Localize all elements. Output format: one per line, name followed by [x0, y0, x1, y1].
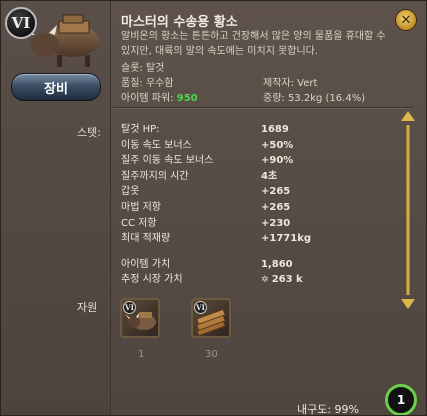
stat-row: 최대 적재량 +1771kg	[121, 231, 311, 247]
stat-value: +230	[261, 217, 291, 229]
stat-label: 마법 저항	[121, 201, 161, 213]
stat-row: 마법 저항 +265	[121, 200, 311, 216]
stats-section-label: 스텟:	[77, 126, 101, 139]
close-icon: ✕	[400, 12, 412, 28]
item-power-value: 950	[176, 93, 198, 104]
scrollbar-track[interactable]	[406, 125, 410, 295]
stat-value: +1771kg	[261, 233, 312, 245]
material-slot[interactable]: VI	[120, 298, 160, 338]
left-panel: VI 장비 스텟: 자원	[1, 1, 111, 415]
item-quality: 품질: 우수함	[121, 78, 174, 89]
market-value-label: 추정 시장 가치	[121, 274, 183, 286]
stat-row: 탈것 HP: 1689	[121, 122, 311, 138]
stat-value: +90%	[261, 155, 294, 167]
materials-section-label: 자원	[77, 301, 98, 314]
stat-value: +265	[261, 186, 291, 198]
stat-label: 질주까지의 시간	[121, 170, 189, 182]
item-value-row: 아이템 가치 1,860	[121, 257, 311, 273]
stat-value: +50%	[261, 139, 294, 151]
item-portrait: VI	[5, 5, 105, 69]
scroll-down-arrow-icon[interactable]	[401, 299, 415, 309]
item-slot: 슬롯: 탈것	[121, 63, 165, 74]
item-value-label: 아이템 가치	[121, 258, 171, 270]
stat-row: CC 저항 +230	[121, 216, 311, 232]
divider	[113, 107, 413, 109]
stat-label: 이동 속도 보너스	[121, 139, 192, 151]
market-value-text: 263 k	[271, 274, 303, 286]
scrollbar[interactable]	[399, 111, 417, 309]
stat-label: 탈것 HP:	[121, 124, 160, 135]
material-quantity: 1	[138, 349, 145, 360]
stat-row: 갑옷 +265	[121, 184, 311, 200]
material-quantity: 30	[205, 349, 218, 360]
scroll-up-arrow-icon[interactable]	[401, 111, 415, 121]
close-button[interactable]: ✕	[395, 9, 417, 31]
stats-list: 탈것 HP: 1689 이동 속도 보너스 +50% 질주 이동 속도 보너스 +90…	[121, 122, 311, 289]
item-power: 아이템 파워: 950	[121, 89, 198, 104]
item-crafter: 제작자: Vert	[263, 78, 318, 89]
material-slot[interactable]: VI	[191, 298, 231, 338]
stat-row: 이동 속도 보너스 +50%	[121, 138, 311, 154]
stat-label: 최대 적재량	[121, 233, 171, 245]
silver-icon: ✲	[261, 275, 272, 286]
stat-value: 4초	[261, 170, 278, 182]
stat-label: 갑옷	[121, 186, 140, 198]
stat-row: 질주까지의 시간 4초	[121, 169, 311, 185]
durability-label: 내구도: 99%	[297, 403, 360, 416]
item-title: 마스터의 수송용 황소	[121, 15, 238, 30]
stat-row: 질주 이동 속도 보너스 +90%	[121, 153, 311, 169]
tier-badge: VI	[5, 7, 37, 39]
item-weight: 중량: 53.2kg (16.4%)	[263, 93, 366, 104]
equip-button[interactable]: 장비	[11, 73, 101, 101]
stat-value: +265	[261, 201, 291, 213]
stat-label: 질주 이동 속도 보너스	[121, 155, 214, 167]
material-tier-badge: VI	[194, 301, 207, 314]
stat-value: 1689	[261, 124, 289, 135]
item-description: 알비온의 황소는 튼튼하고 건장해서 많은 양의 물품을 휴대할 수 있지만, …	[121, 31, 386, 57]
market-value-row: 추정 시장 가치 ✲ 263 k	[121, 272, 311, 289]
item-tooltip-window: VI 장비 스텟: 자원 마스터의 수송용 황소 ✕ 알비온의 황소는 튼튼하고…	[0, 0, 427, 416]
stack-count-badge: 1	[385, 384, 417, 415]
material-tier-badge: VI	[123, 301, 136, 314]
stat-label: CC 저항	[121, 217, 157, 229]
item-power-label: 아이템 파워:	[121, 93, 174, 104]
market-value: ✲ 263 k	[261, 272, 303, 289]
item-value: 1,860	[261, 258, 293, 270]
